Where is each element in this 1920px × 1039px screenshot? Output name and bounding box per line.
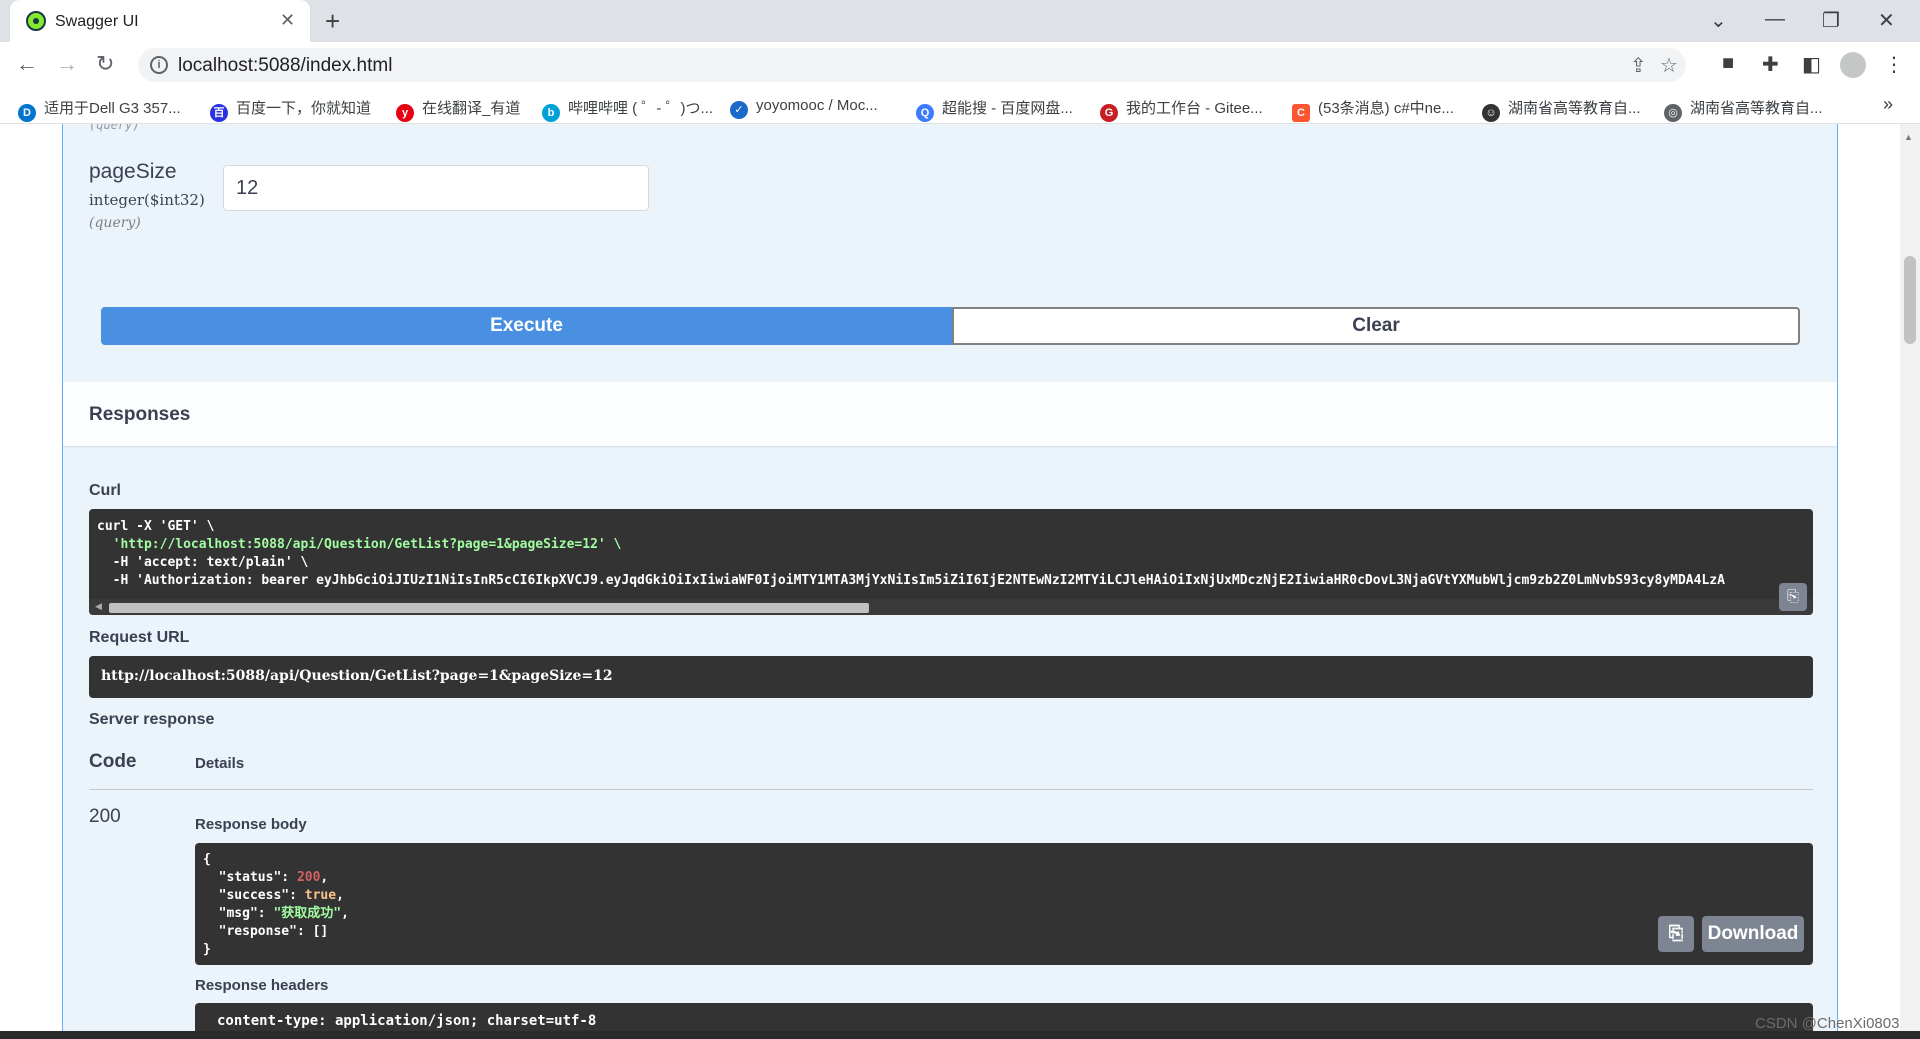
bookmark-item[interactable]: ◎ 湖南省高等教育自... xyxy=(1664,97,1823,122)
penguin-icon: ☺ xyxy=(1482,104,1500,122)
address-bar[interactable]: i localhost:5088/index.html ⇪ ☆ xyxy=(138,48,1686,82)
bookmark-item[interactable]: Q 超能搜 - 百度网盘... xyxy=(916,97,1073,122)
bookmark-item[interactable]: 百百度一下，你就知道 xyxy=(210,97,371,122)
curl-text: curl -X 'GET' \ 'http://localhost:5088/a… xyxy=(97,519,1725,588)
site-info-icon[interactable]: i xyxy=(150,56,168,74)
search-app-icon: Q xyxy=(916,104,934,122)
extension-dark-icon[interactable]: ■ xyxy=(1722,52,1734,75)
tab-title: Swagger UI xyxy=(55,13,139,30)
download-button[interactable]: Download xyxy=(1702,916,1804,952)
close-tab-icon[interactable]: ✕ xyxy=(280,10,295,31)
extensions-puzzle-icon[interactable]: ✚ xyxy=(1762,52,1779,77)
request-url: http://localhost:5088/api/Question/GetLi… xyxy=(101,668,613,684)
close-window-button[interactable]: ✕ xyxy=(1878,8,1895,33)
bookmark-item[interactable]: D 适用于Dell G3 357... xyxy=(18,97,181,122)
curl-label: Curl xyxy=(89,482,121,499)
tab-swagger[interactable]: Swagger UI ✕ xyxy=(10,0,310,42)
execute-button[interactable]: Execute xyxy=(101,307,952,345)
operation-block-get: (query) pageSize integer($int32) (query)… xyxy=(62,124,1838,1039)
profile-avatar[interactable] xyxy=(1840,52,1866,78)
response-code: 200 xyxy=(89,806,121,827)
more-bookmarks-icon[interactable]: » xyxy=(1883,94,1893,115)
minimize-button[interactable]: — xyxy=(1765,8,1785,31)
maximize-button[interactable]: ❐ xyxy=(1822,8,1840,33)
response-body-block[interactable]: { "status": 200, "success": true, "msg":… xyxy=(195,843,1813,965)
responses-header: Responses xyxy=(63,382,1837,446)
share-icon[interactable]: ⇪ xyxy=(1630,53,1647,78)
browser-toolbar: ← → ↻ i localhost:5088/index.html ⇪ ☆ ■ … xyxy=(0,42,1920,88)
tab-strip: Swagger UI ✕ + ⌄ — ❐ ✕ xyxy=(0,0,1920,42)
bookmark-item[interactable]: G 我的工作台 - Gitee... xyxy=(1100,97,1263,122)
clear-button[interactable]: Clear xyxy=(952,307,1800,345)
copy-body-icon[interactable]: ⎘ xyxy=(1658,916,1694,952)
bookmarks-bar: D 适用于Dell G3 357... 百百度一下，你就知道 y 在线翻译_有道 b… xyxy=(0,88,1920,124)
bilibili-icon: b xyxy=(542,104,560,122)
responses-title: Responses xyxy=(89,404,191,425)
youdao-icon: y xyxy=(396,104,414,122)
response-body-label: Response body xyxy=(195,816,307,833)
forward-button[interactable]: → xyxy=(56,51,78,77)
tab-search-icon[interactable]: ⌄ xyxy=(1710,8,1727,33)
side-panel-icon[interactable]: ◧ xyxy=(1802,52,1821,77)
new-tab-button[interactable]: + xyxy=(325,6,340,37)
server-response-label: Server response xyxy=(89,711,215,728)
globe-icon: ◎ xyxy=(1664,104,1682,122)
swagger-favicon-icon xyxy=(26,11,46,31)
shield-icon: ✓ xyxy=(730,101,748,119)
copy-curl-icon[interactable]: ⎘ xyxy=(1779,583,1807,611)
scroll-up-arrow-icon[interactable]: ▲ xyxy=(1904,132,1913,142)
prev-param-in: (query) xyxy=(89,124,140,132)
response-body-json: { "status": 200, "success": true, "msg":… xyxy=(203,852,349,957)
param-in: (query) xyxy=(89,215,141,231)
table-divider xyxy=(89,789,1813,790)
request-url-label: Request URL xyxy=(89,629,190,646)
bookmark-item[interactable]: ✓ yoyomooc / Moc... xyxy=(730,97,878,119)
details-column-header: Details xyxy=(195,755,245,772)
swagger-page: (query) pageSize integer($int32) (query)… xyxy=(0,124,1900,1039)
bookmark-item[interactable]: y 在线翻译_有道 xyxy=(396,97,520,122)
bookmark-item[interactable]: C (53条消息) c#中ne... xyxy=(1292,97,1454,122)
dell-icon: D xyxy=(18,104,36,122)
baidu-icon: 百 xyxy=(210,104,228,122)
address-url[interactable]: localhost:5088/index.html xyxy=(178,55,392,77)
scroll-left-arrow-icon[interactable]: ◀ xyxy=(95,601,102,612)
param-name: pageSize xyxy=(89,160,177,183)
page-scrollbar-thumb[interactable] xyxy=(1904,256,1916,344)
response-headers-label: Response headers xyxy=(195,977,329,994)
reload-button[interactable]: ↻ xyxy=(96,51,114,77)
csdn-icon: C xyxy=(1292,104,1310,122)
gitee-icon: G xyxy=(1100,104,1118,122)
code-column-header: Code xyxy=(89,751,137,772)
bookmark-star-icon[interactable]: ☆ xyxy=(1660,53,1678,78)
back-button[interactable]: ← xyxy=(16,51,38,77)
taskbar-edge xyxy=(0,1031,1920,1039)
menu-kebab-icon[interactable]: ⋮ xyxy=(1884,52,1904,77)
request-url-block: http://localhost:5088/api/Question/GetLi… xyxy=(89,656,1813,698)
csdn-watermark: CSDN @ChenXi0803 xyxy=(1755,1015,1900,1032)
bookmark-item[interactable]: ☺ 湖南省高等教育自... xyxy=(1482,97,1641,122)
curl-code-block[interactable]: curl -X 'GET' \ 'http://localhost:5088/a… xyxy=(89,509,1813,615)
curl-scrollbar-thumb[interactable] xyxy=(109,603,869,613)
bookmark-item[interactable]: b 哔哩哔哩 ( ゜- ゜)つ... xyxy=(542,97,713,122)
response-header-line: content-type: application/json; charset=… xyxy=(217,1013,597,1029)
param-type: integer($int32) xyxy=(89,191,205,209)
page-size-input[interactable] xyxy=(223,165,649,211)
